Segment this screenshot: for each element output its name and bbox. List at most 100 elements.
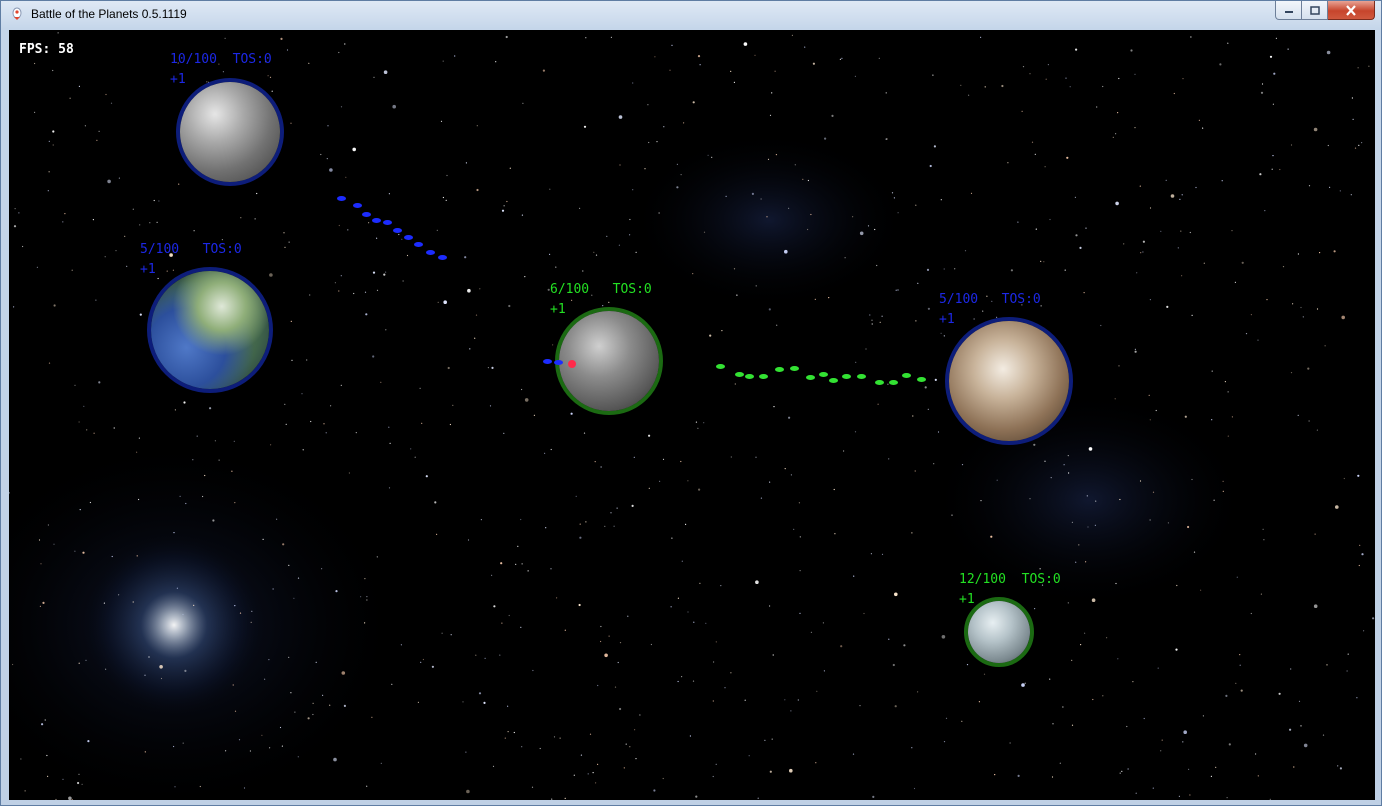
star [445,199,447,201]
star [669,69,671,71]
star [1050,477,1052,479]
star [1372,617,1375,620]
star [476,188,479,192]
star [1115,133,1117,135]
star [388,193,390,195]
star [755,456,757,458]
star [687,480,689,482]
star [1181,275,1183,277]
star [915,204,917,206]
star [1260,593,1262,595]
star [504,737,506,739]
star [1049,678,1051,680]
star [582,270,584,272]
star [105,668,107,670]
star [961,464,964,466]
star [823,670,826,672]
planet-4[interactable] [945,317,1073,445]
planet-5[interactable] [964,597,1034,667]
star [1178,795,1180,797]
star [1160,750,1162,752]
star [174,409,176,411]
minimize-button[interactable] [1275,1,1302,20]
star [218,459,220,461]
star [491,366,494,369]
star [670,606,672,608]
star [34,62,36,65]
star [600,466,602,468]
star [269,273,273,277]
star [442,60,444,62]
planet-4-rate: +1 [939,312,955,327]
star [1307,367,1310,370]
star [755,580,759,584]
star [250,621,252,623]
star [542,69,546,72]
star [1354,147,1357,149]
star [940,332,942,334]
star [654,56,656,58]
star [807,179,810,182]
star [1324,345,1326,347]
star [443,300,448,305]
star [297,756,299,758]
game-canvas[interactable]: FPS: 58 10/100 TOS:0 +1 5/100 TOS:0 +1 6… [9,30,1375,800]
star [95,299,97,301]
star [280,37,283,40]
star [760,497,763,499]
blue-ship [393,228,402,233]
star [709,334,712,337]
window-title: Battle of the Planets 0.5.1119 [31,7,187,21]
star [136,451,138,453]
star [662,458,665,460]
maximize-button[interactable] [1302,1,1328,20]
star [1096,106,1098,108]
star [1198,119,1200,121]
star [398,233,400,236]
star [869,314,871,316]
star [449,423,451,426]
star [13,225,17,228]
star [711,156,713,158]
star [501,209,505,212]
star [338,51,340,54]
star [1357,67,1359,69]
star [1341,315,1345,320]
star [1300,725,1302,727]
blue-ship [383,220,392,225]
planet-1[interactable] [176,78,284,186]
planet-2-tos: TOS:0 [202,242,242,257]
star [238,739,241,741]
star [697,55,701,58]
star [86,429,88,431]
close-button[interactable] [1328,1,1375,20]
star [1044,460,1046,462]
star [79,509,81,511]
star [1177,247,1179,249]
planet-2[interactable] [147,267,273,393]
star [822,622,825,624]
star [144,751,146,753]
title-bar[interactable]: Battle of the Planets 0.5.1119 [1,1,1381,29]
star [867,225,870,227]
star [1017,221,1019,223]
star [348,472,350,474]
star [42,601,45,605]
star [68,796,72,800]
star [1102,85,1104,88]
star [1290,372,1293,374]
star [891,192,894,194]
star [721,330,723,332]
star [385,271,387,273]
star [376,237,378,239]
star [279,726,282,729]
star [943,335,945,337]
star [1263,539,1265,541]
star [442,196,444,199]
star [508,614,510,617]
star [371,716,373,718]
star [1195,186,1197,189]
star [425,475,428,478]
star [769,605,771,607]
star [262,538,264,540]
